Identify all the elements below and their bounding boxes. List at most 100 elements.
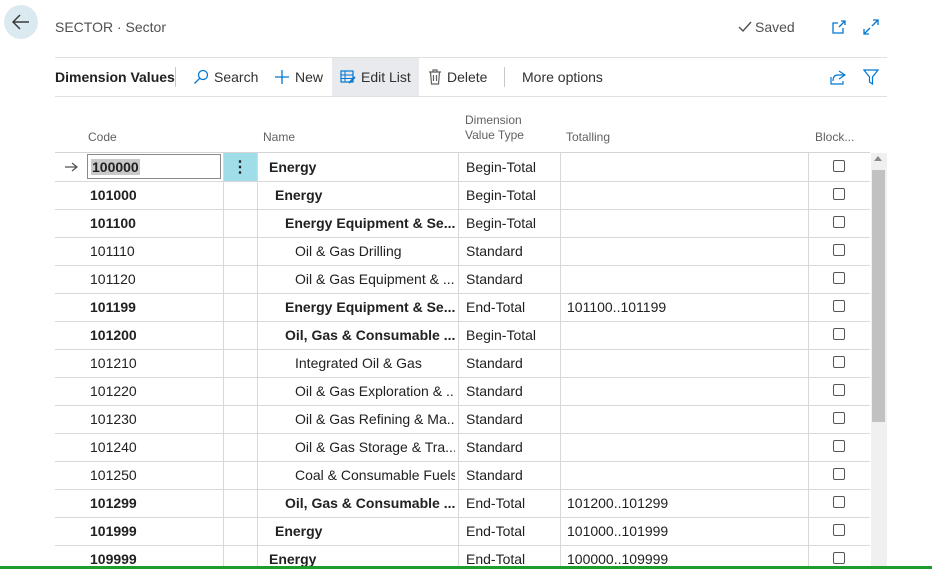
dimension-value-type-cell[interactable]: Standard <box>466 433 558 461</box>
dimension-value-type-cell[interactable]: Standard <box>466 461 558 489</box>
code-input[interactable]: 100000 <box>87 154 221 179</box>
column-header-name[interactable]: Name <box>263 130 295 145</box>
table-row[interactable]: 101230 Oil & Gas Refining & Ma... Standard <box>55 405 870 434</box>
column-header-dimension-value-type[interactable]: Dimension Value Type <box>465 113 524 143</box>
name-cell[interactable]: Oil & Gas Drilling <box>295 237 455 265</box>
totalling-cell[interactable] <box>567 209 807 237</box>
code-cell[interactable]: 101000 <box>90 181 220 209</box>
blocked-checkbox[interactable] <box>833 328 845 340</box>
search-button[interactable]: Search <box>193 58 258 96</box>
code-cell[interactable]: 109999 <box>90 545 220 567</box>
blocked-checkbox[interactable] <box>833 552 845 564</box>
code-cell[interactable]: 101240 <box>90 433 220 461</box>
share-button[interactable] <box>830 58 851 96</box>
name-cell[interactable]: Oil, Gas & Consumable ... <box>285 489 455 517</box>
code-cell[interactable]: 101220 <box>90 377 220 405</box>
table-row[interactable]: 101299 Oil, Gas & Consumable ... End-Total… <box>55 489 870 518</box>
back-button[interactable] <box>4 5 38 39</box>
totalling-cell[interactable]: 101100..101199 <box>567 293 807 321</box>
blocked-checkbox[interactable] <box>833 412 845 424</box>
name-cell[interactable]: Energy <box>269 153 455 181</box>
expand-button[interactable] <box>862 18 880 36</box>
name-cell[interactable]: Oil, Gas & Consumable ... <box>285 321 455 349</box>
name-cell[interactable]: Oil & Gas Equipment & ... <box>295 265 455 293</box>
blocked-checkbox[interactable] <box>833 244 845 256</box>
dimension-value-type-cell[interactable]: Standard <box>466 405 558 433</box>
code-cell[interactable]: 101210 <box>90 349 220 377</box>
name-cell[interactable]: Oil & Gas Storage & Tra... <box>295 433 455 461</box>
blocked-checkbox[interactable] <box>833 188 845 200</box>
dimension-value-type-cell[interactable]: Begin-Total <box>466 209 558 237</box>
name-cell[interactable]: Coal & Consumable Fuels <box>295 461 455 489</box>
dimension-value-type-cell[interactable]: Standard <box>466 237 558 265</box>
totalling-cell[interactable] <box>567 349 807 377</box>
totalling-cell[interactable]: 101000..101999 <box>567 517 807 545</box>
row-menu-icon[interactable]: ⋮ <box>223 153 257 181</box>
dimension-value-type-cell[interactable]: Standard <box>466 349 558 377</box>
table-row[interactable]: 101200 Oil, Gas & Consumable ... Begin-Tot… <box>55 321 870 350</box>
blocked-checkbox[interactable] <box>833 272 845 284</box>
totalling-cell[interactable] <box>567 265 807 293</box>
dimension-value-type-cell[interactable]: End-Total <box>466 517 558 545</box>
column-header-totalling[interactable]: Totalling <box>566 130 610 145</box>
table-row[interactable]: 101999 Energy End-Total 101000..101999 <box>55 517 870 546</box>
table-row[interactable]: 109999 Energy End-Total 100000..109999 <box>55 545 870 567</box>
totalling-cell[interactable] <box>567 405 807 433</box>
blocked-checkbox[interactable] <box>833 440 845 452</box>
totalling-cell[interactable] <box>567 433 807 461</box>
open-in-new-window-button[interactable] <box>830 18 848 36</box>
table-row[interactable]: 101220 Oil & Gas Exploration & ... Standar… <box>55 377 870 406</box>
table-row[interactable]: 101120 Oil & Gas Equipment & ... Standard <box>55 265 870 294</box>
table-row[interactable]: 101210 Integrated Oil & Gas Standard <box>55 349 870 378</box>
blocked-checkbox[interactable] <box>833 468 845 480</box>
dimension-value-type-cell[interactable]: Standard <box>466 265 558 293</box>
table-row[interactable]: 101199 Energy Equipment & Se... End-Total 1… <box>55 293 870 322</box>
name-cell[interactable]: Energy <box>275 181 455 209</box>
edit-list-button[interactable]: Edit List <box>332 58 419 96</box>
name-cell[interactable]: Energy Equipment & Se... <box>285 209 455 237</box>
code-cell[interactable]: 101230 <box>90 405 220 433</box>
name-cell[interactable]: Energy <box>269 545 455 567</box>
name-cell[interactable]: Oil & Gas Exploration & ... <box>295 377 455 405</box>
column-header-blocked[interactable]: Block... <box>815 130 854 145</box>
code-cell[interactable]: 101999 <box>90 517 220 545</box>
blocked-checkbox[interactable] <box>833 384 845 396</box>
more-options-button[interactable]: More options <box>522 58 603 96</box>
code-cell[interactable]: 101200 <box>90 321 220 349</box>
totalling-cell[interactable] <box>567 181 807 209</box>
delete-button[interactable]: Delete <box>428 58 487 96</box>
code-cell[interactable]: 101250 <box>90 461 220 489</box>
dimension-value-type-cell[interactable]: End-Total <box>466 545 558 567</box>
dimension-value-type-cell[interactable]: End-Total <box>466 489 558 517</box>
dimension-value-type-cell[interactable]: Standard <box>466 377 558 405</box>
blocked-checkbox[interactable] <box>833 160 845 172</box>
filter-button[interactable] <box>863 58 884 96</box>
name-cell[interactable]: Oil & Gas Refining & Ma... <box>295 405 455 433</box>
totalling-cell[interactable] <box>567 153 807 181</box>
vertical-scrollbar[interactable] <box>871 153 887 566</box>
blocked-checkbox[interactable] <box>833 496 845 508</box>
table-row[interactable]: 101240 Oil & Gas Storage & Tra... Standard <box>55 433 870 462</box>
totalling-cell[interactable]: 100000..109999 <box>567 545 807 567</box>
table-row[interactable]: 101110 Oil & Gas Drilling Standard <box>55 237 870 266</box>
new-button[interactable]: New <box>274 58 323 96</box>
table-row[interactable]: 101100 Energy Equipment & Se... Begin-Tota… <box>55 209 870 238</box>
totalling-cell[interactable] <box>567 321 807 349</box>
scroll-up-arrow-icon[interactable] <box>874 156 882 161</box>
code-cell[interactable]: 101199 <box>90 293 220 321</box>
name-cell[interactable]: Energy <box>275 517 455 545</box>
blocked-checkbox[interactable] <box>833 524 845 536</box>
blocked-checkbox[interactable] <box>833 300 845 312</box>
scrollbar-thumb[interactable] <box>872 170 885 422</box>
totalling-cell[interactable] <box>567 237 807 265</box>
totalling-cell[interactable] <box>567 461 807 489</box>
dimension-value-type-cell[interactable]: End-Total <box>466 293 558 321</box>
table-row[interactable]: 101000 Energy Begin-Total <box>55 181 870 210</box>
totalling-cell[interactable] <box>567 377 807 405</box>
name-cell[interactable]: Integrated Oil & Gas <box>295 349 455 377</box>
dimension-value-type-cell[interactable]: Begin-Total <box>466 153 558 181</box>
code-cell[interactable]: 101120 <box>90 265 220 293</box>
code-cell[interactable]: 101100 <box>90 209 220 237</box>
column-header-code[interactable]: Code <box>88 130 117 145</box>
table-row[interactable]: 100000 ⋮ Energy Begin-Total <box>55 153 870 182</box>
